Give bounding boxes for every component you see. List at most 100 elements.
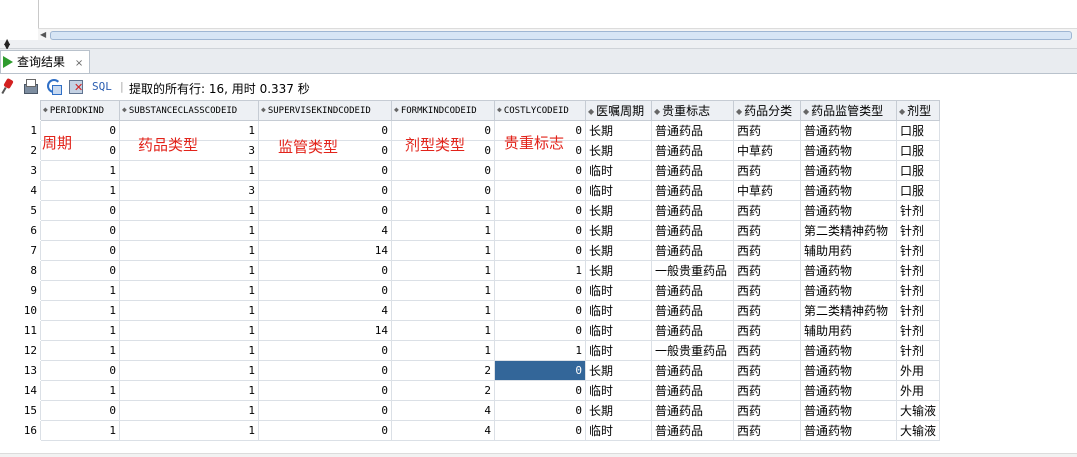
cell[interactable]: 西药 — [733, 280, 801, 301]
cell[interactable]: 1 — [119, 320, 259, 341]
cell[interactable]: 针剂 — [895, 240, 941, 261]
cell[interactable]: 普通药品 — [651, 180, 734, 201]
cell[interactable]: 0 — [391, 120, 495, 141]
cell[interactable]: 临时 — [585, 420, 652, 441]
cell[interactable]: 西药 — [733, 400, 801, 421]
cell[interactable]: 临时 — [585, 320, 652, 341]
cell[interactable]: 0 — [258, 280, 392, 301]
cell[interactable]: 0 — [40, 260, 120, 281]
cell[interactable]: 1 — [494, 260, 586, 281]
cell[interactable]: 1 — [40, 280, 120, 301]
cell[interactable]: 0 — [494, 200, 586, 221]
cell[interactable]: 1 — [119, 200, 259, 221]
cell[interactable]: 0 — [258, 120, 392, 141]
cell[interactable]: 4 — [391, 420, 495, 441]
cell[interactable]: 西药 — [733, 260, 801, 281]
cell[interactable]: 4 — [391, 400, 495, 421]
sql-button[interactable]: SQL — [92, 80, 112, 93]
cell[interactable]: 1 — [391, 260, 495, 281]
cell[interactable]: 长期 — [585, 220, 652, 241]
cell[interactable]: 普通药品 — [651, 400, 734, 421]
cell[interactable]: 0 — [258, 200, 392, 221]
cell[interactable]: 4 — [258, 220, 392, 241]
cell[interactable]: 0 — [494, 240, 586, 261]
cell[interactable]: 0 — [494, 120, 586, 141]
cell[interactable]: 普通药物 — [800, 160, 897, 181]
cell[interactable]: 普通药物 — [800, 120, 897, 141]
cell[interactable]: 0 — [494, 320, 586, 341]
cell[interactable]: 0 — [494, 420, 586, 441]
cell[interactable]: 0 — [494, 380, 586, 401]
cell[interactable]: 临时 — [585, 340, 652, 361]
cell[interactable]: 一般贵重药品 — [651, 340, 734, 361]
cell[interactable]: 长期 — [585, 240, 652, 261]
column-header[interactable]: ◆ SUBSTANCECLASSCODEID — [119, 100, 259, 121]
cell[interactable]: 针剂 — [895, 300, 941, 321]
table-row[interactable]: 12 1 1 0 1 1 临时 一般贵重药品 西药 普通药物 针剂 — [0, 340, 941, 361]
cell[interactable]: 0 — [391, 180, 495, 201]
column-header[interactable]: ◆ SUPERVISEKINDCODEID — [258, 100, 392, 121]
cell[interactable]: 0 — [494, 160, 586, 181]
cell[interactable]: 针剂 — [895, 340, 941, 361]
cell[interactable]: 1 — [391, 300, 495, 321]
column-header[interactable]: ◆ 药品分类 — [733, 100, 801, 121]
cell[interactable]: 0 — [494, 400, 586, 421]
table-row[interactable]: 15 0 1 0 4 0 长期 普通药品 西药 普通药物 大输液 — [0, 400, 941, 421]
cell[interactable]: 1 — [391, 200, 495, 221]
table-row[interactable]: 6 0 1 4 1 0 长期 普通药品 西药 第二类精神药物 针剂 — [0, 220, 941, 241]
cell[interactable]: 针剂 — [895, 260, 941, 281]
cell[interactable]: 针剂 — [895, 200, 941, 221]
cell[interactable]: 0 — [494, 220, 586, 241]
cell[interactable]: 2 — [391, 360, 495, 381]
cell[interactable]: 0 — [494, 280, 586, 301]
cell[interactable]: 口服 — [895, 120, 941, 141]
cell[interactable]: 3 — [119, 180, 259, 201]
cell[interactable]: 临时 — [585, 180, 652, 201]
cell[interactable]: 针剂 — [895, 280, 941, 301]
cell[interactable]: 3 — [119, 140, 259, 161]
table-row[interactable]: 10 1 1 4 1 0 临时 普通药品 西药 第二类精神药物 针剂 — [0, 300, 941, 321]
cell[interactable]: 0 — [258, 380, 392, 401]
cell[interactable]: 1 — [494, 340, 586, 361]
cell[interactable]: 口服 — [895, 140, 941, 161]
cell[interactable]: 临时 — [585, 380, 652, 401]
cell[interactable]: 大输液 — [895, 420, 941, 441]
cell[interactable]: 1 — [119, 120, 259, 141]
cell[interactable]: 1 — [119, 280, 259, 301]
cell[interactable]: 普通药物 — [800, 420, 897, 441]
cell[interactable]: 1 — [119, 300, 259, 321]
cell[interactable]: 普通药物 — [800, 380, 897, 401]
cell[interactable]: 1 — [40, 180, 120, 201]
column-header[interactable]: ◆ 贵重标志 — [651, 100, 734, 121]
cell[interactable]: 1 — [40, 380, 120, 401]
tab-close-icon[interactable]: × — [75, 58, 83, 69]
cell[interactable]: 中草药 — [733, 140, 801, 161]
cell[interactable]: 1 — [119, 360, 259, 381]
cell[interactable]: 辅助用药 — [800, 320, 897, 341]
cell[interactable]: 1 — [40, 160, 120, 181]
cell[interactable]: 0 — [494, 180, 586, 201]
panel-splitter[interactable]: ▲ ▼ — [0, 38, 1077, 51]
table-row[interactable]: 5 0 1 0 1 0 长期 普通药品 西药 普通药物 针剂 — [0, 200, 941, 221]
cell[interactable]: 西药 — [733, 220, 801, 241]
cell[interactable]: 0 — [391, 140, 495, 161]
selected-cell[interactable]: 0 — [494, 360, 586, 381]
cell[interactable]: 0 — [258, 360, 392, 381]
cell[interactable]: 普通药品 — [651, 120, 734, 141]
cell[interactable]: 0 — [40, 140, 120, 161]
cell[interactable]: 1 — [391, 320, 495, 341]
table-row[interactable]: 8 0 1 0 1 1 长期 一般贵重药品 西药 普通药物 针剂 — [0, 260, 941, 281]
cell[interactable]: 外用 — [895, 360, 941, 381]
column-header[interactable]: ◆ 药品监管类型 — [800, 100, 897, 121]
cell[interactable]: 0 — [40, 220, 120, 241]
cell[interactable]: 1 — [119, 420, 259, 441]
cell[interactable]: 1 — [119, 220, 259, 241]
cell[interactable]: 辅助用药 — [800, 240, 897, 261]
cell[interactable]: 1 — [119, 160, 259, 181]
print-icon[interactable] — [22, 78, 38, 96]
cell[interactable]: 普通药品 — [651, 360, 734, 381]
cell[interactable]: 大输液 — [895, 400, 941, 421]
cell[interactable]: 0 — [258, 340, 392, 361]
cell[interactable]: 14 — [258, 240, 392, 261]
table-row[interactable]: 9 1 1 0 1 0 临时 普通药品 西药 普通药物 针剂 — [0, 280, 941, 301]
